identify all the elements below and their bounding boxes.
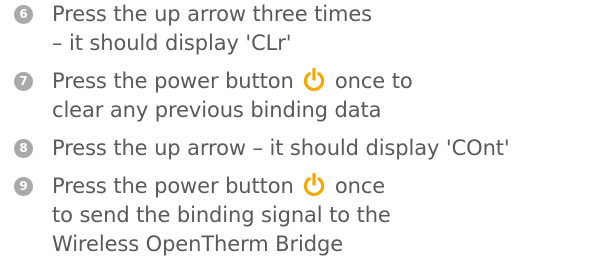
step-7: 7 Press the power button once to clear a… <box>14 67 594 125</box>
power-icon <box>301 172 327 198</box>
step-line-segment: once <box>334 174 386 198</box>
step-line-segment: once to <box>334 69 413 93</box>
step-text: Press the power button once to send the … <box>52 172 594 259</box>
step-line: – it should display 'CLr' <box>52 31 292 55</box>
step-text: Press the up arrow three times – it shou… <box>52 0 594 58</box>
step-text: Press the up arrow – it should display '… <box>52 134 594 163</box>
step-8: 8 Press the up arrow – it should display… <box>14 134 594 163</box>
step-number-badge: 8 <box>14 139 33 158</box>
step-9: 9 Press the power button once to send th… <box>14 172 594 259</box>
step-line-segment: Press the power button <box>52 174 294 198</box>
step-number-badge: 7 <box>14 72 33 91</box>
step-line: Wireless OpenTherm Bridge <box>52 232 344 256</box>
step-text: Press the power button once to clear any… <box>52 67 594 125</box>
step-line-segment: Press the power button <box>52 69 294 93</box>
step-number-badge: 6 <box>14 5 33 24</box>
step-line: Press the power button once <box>52 172 594 201</box>
step-line: Press the up arrow three times <box>52 2 373 26</box>
step-number-badge: 9 <box>14 177 33 196</box>
power-icon <box>301 67 327 93</box>
step-line: to send the binding signal to the <box>52 203 391 227</box>
step-line: Press the power button once to <box>52 67 594 96</box>
instruction-steps: 6 Press the up arrow three times – it sh… <box>14 0 594 268</box>
step-line: clear any previous binding data <box>52 98 382 122</box>
step-line: Press the up arrow – it should display '… <box>52 136 510 160</box>
step-6: 6 Press the up arrow three times – it sh… <box>14 0 594 58</box>
